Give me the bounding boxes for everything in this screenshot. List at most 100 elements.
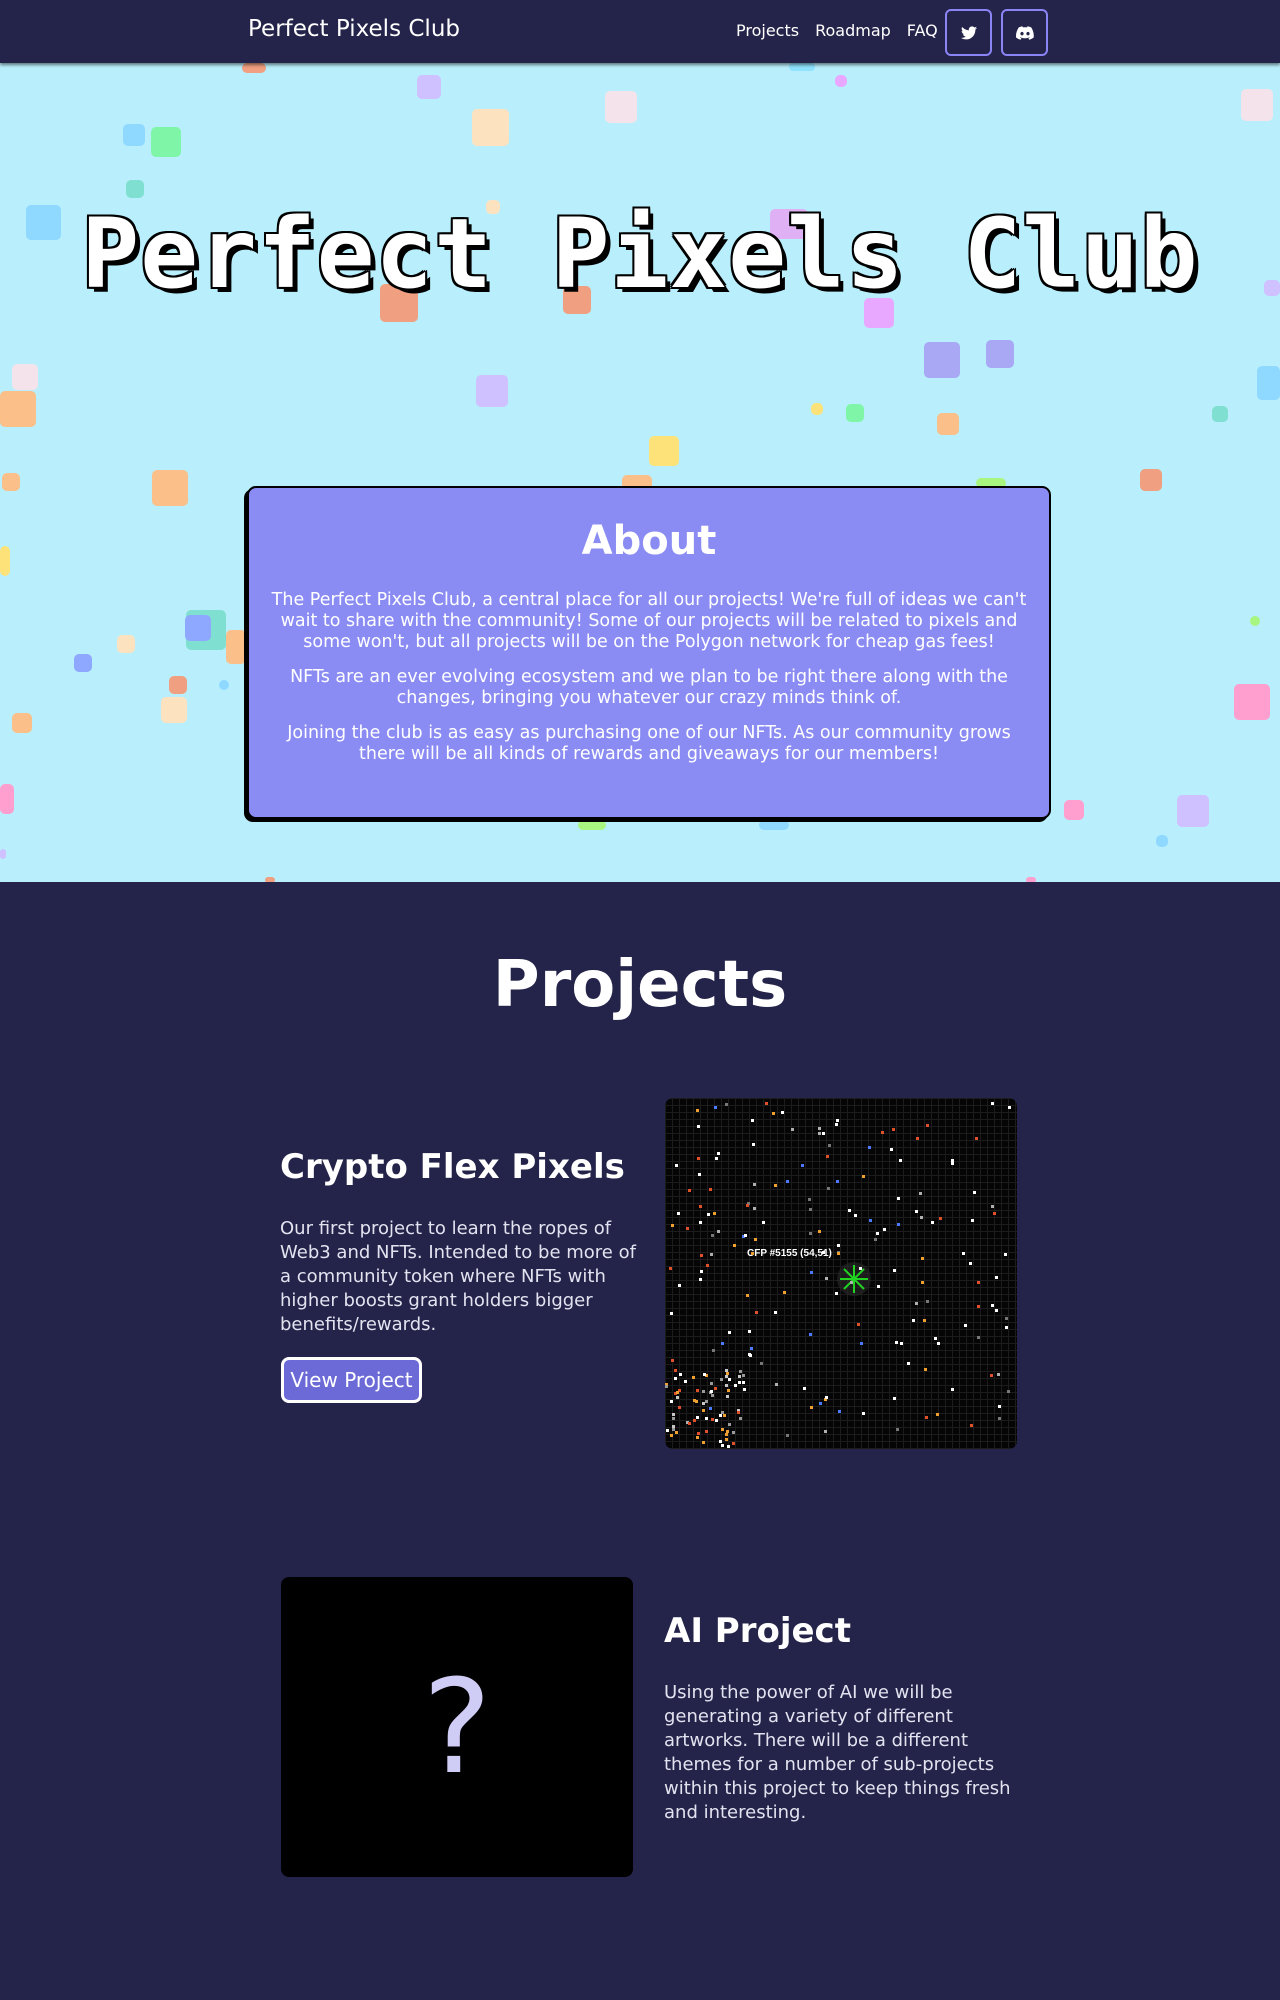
pixel-dot — [679, 1373, 682, 1376]
pixel-dot — [717, 1230, 720, 1233]
pixel-dot — [709, 1188, 712, 1191]
pixel-dot — [713, 1212, 716, 1215]
pixel-dot — [726, 1430, 729, 1433]
pixel-dot — [721, 1428, 724, 1431]
pixel-dot — [696, 1436, 699, 1439]
pixel-dot — [754, 1238, 757, 1241]
decorative-square — [123, 124, 145, 146]
decorative-square — [185, 615, 211, 641]
nav-links: Projects Roadmap FAQ — [736, 21, 938, 40]
pixel-dot — [753, 1207, 756, 1210]
decorative-square — [219, 680, 229, 690]
pixel-dot — [684, 1380, 687, 1383]
pixel-dot — [1004, 1253, 1007, 1256]
decorative-square — [161, 697, 187, 723]
pixel-dot — [921, 1281, 924, 1284]
pixel-dot — [825, 1277, 828, 1280]
nav-link-faq[interactable]: FAQ — [907, 21, 938, 40]
pixel-dot — [717, 1152, 720, 1155]
pixel-dot — [825, 1396, 828, 1399]
pixel-dot — [921, 1257, 924, 1260]
top-navbar: Perfect Pixels Club Projects Roadmap FAQ — [0, 0, 1280, 63]
pixel-dot — [993, 1212, 996, 1215]
pixel-dot — [822, 1251, 825, 1254]
decorative-square — [126, 180, 144, 198]
pixel-dot — [995, 1309, 998, 1312]
pixel-dot — [765, 1102, 768, 1105]
pixel-dot — [936, 1413, 939, 1416]
pixel-dot — [977, 1336, 980, 1339]
pixel-dot — [755, 1311, 758, 1314]
decorative-square — [1241, 89, 1273, 121]
pixel-dot — [670, 1434, 673, 1437]
pixel-dot — [721, 1444, 724, 1447]
pixel-dot — [869, 1219, 872, 1222]
pixel-dot — [964, 1324, 967, 1327]
decorative-square — [1064, 800, 1084, 820]
pixel-dot — [991, 1102, 994, 1105]
pixel-dot — [739, 1370, 742, 1373]
discord-icon — [1015, 25, 1034, 40]
about-paragraph: Joining the club is as easy as purchasin… — [287, 723, 1011, 764]
projects-heading: Projects — [492, 948, 788, 1022]
pixel-dot — [951, 1388, 954, 1391]
decorative-square — [649, 436, 679, 466]
pixel-dot — [748, 1330, 751, 1333]
hero-title: Perfect Pixels Club — [81, 198, 1199, 310]
pixel-dot — [975, 1137, 978, 1140]
pixel-dot — [838, 1410, 841, 1413]
pixel-dot — [915, 1210, 918, 1213]
pixel-dot — [912, 1319, 915, 1322]
pixel-dot — [699, 1221, 702, 1224]
crypto-flex-pixels-image: CFP #5155 (54,51) — [665, 1098, 1017, 1449]
pixel-dot — [719, 1414, 722, 1417]
decorative-square — [1250, 616, 1260, 626]
ai-project-placeholder-image: ? — [281, 1577, 633, 1877]
pixel-dot — [733, 1244, 736, 1247]
decorative-square — [0, 849, 6, 859]
pixel-dot — [702, 1390, 705, 1393]
pixel-dot — [897, 1197, 900, 1200]
pixel-dot — [688, 1422, 691, 1425]
decorative-square — [472, 109, 509, 146]
discord-button[interactable] — [1001, 9, 1048, 56]
decorative-square — [74, 654, 92, 672]
decorative-square — [605, 91, 637, 123]
pixel-dot — [895, 1341, 898, 1344]
pixel-dot — [697, 1125, 700, 1128]
pixel-dot — [719, 1440, 722, 1443]
pixel-dot — [835, 1292, 838, 1295]
pixel-dot — [676, 1396, 679, 1399]
pixel-dot — [723, 1414, 726, 1417]
nav-link-projects[interactable]: Projects — [736, 21, 799, 40]
pixel-dot — [688, 1189, 691, 1192]
about-paragraph: NFTs are an ever evolving ecosystem and … — [290, 667, 1008, 708]
decorative-square — [835, 75, 847, 87]
pixel-dot — [925, 1416, 928, 1419]
pixel-dot — [732, 1431, 735, 1434]
pixel-dot — [850, 1281, 853, 1284]
brand-name[interactable]: Perfect Pixels Club — [248, 16, 460, 42]
pixel-dot — [991, 1205, 994, 1208]
decorative-square — [476, 375, 508, 407]
pixel-dot — [772, 1112, 775, 1115]
pixel-dot — [808, 1198, 811, 1201]
pixel-dot — [920, 1216, 923, 1219]
view-project-button[interactable]: View Project — [281, 1357, 422, 1403]
pixel-dot — [748, 1353, 751, 1356]
pixel-dot — [837, 1252, 840, 1255]
pixel-dot — [897, 1223, 900, 1226]
pixel-dot — [881, 1131, 884, 1134]
pixel-dot — [896, 1428, 899, 1431]
pixel-dot — [677, 1212, 680, 1215]
pixel-dot — [900, 1342, 903, 1345]
nav-link-roadmap[interactable]: Roadmap — [815, 21, 891, 40]
pixel-dot — [711, 1234, 714, 1237]
pixel-dot — [786, 1180, 789, 1183]
pixel-dot — [710, 1253, 713, 1256]
pixel-dot — [818, 1132, 821, 1135]
question-mark: ? — [422, 1651, 492, 1803]
twitter-button[interactable] — [945, 9, 992, 56]
pixel-dot — [818, 1230, 821, 1233]
decorative-square — [2, 473, 20, 491]
